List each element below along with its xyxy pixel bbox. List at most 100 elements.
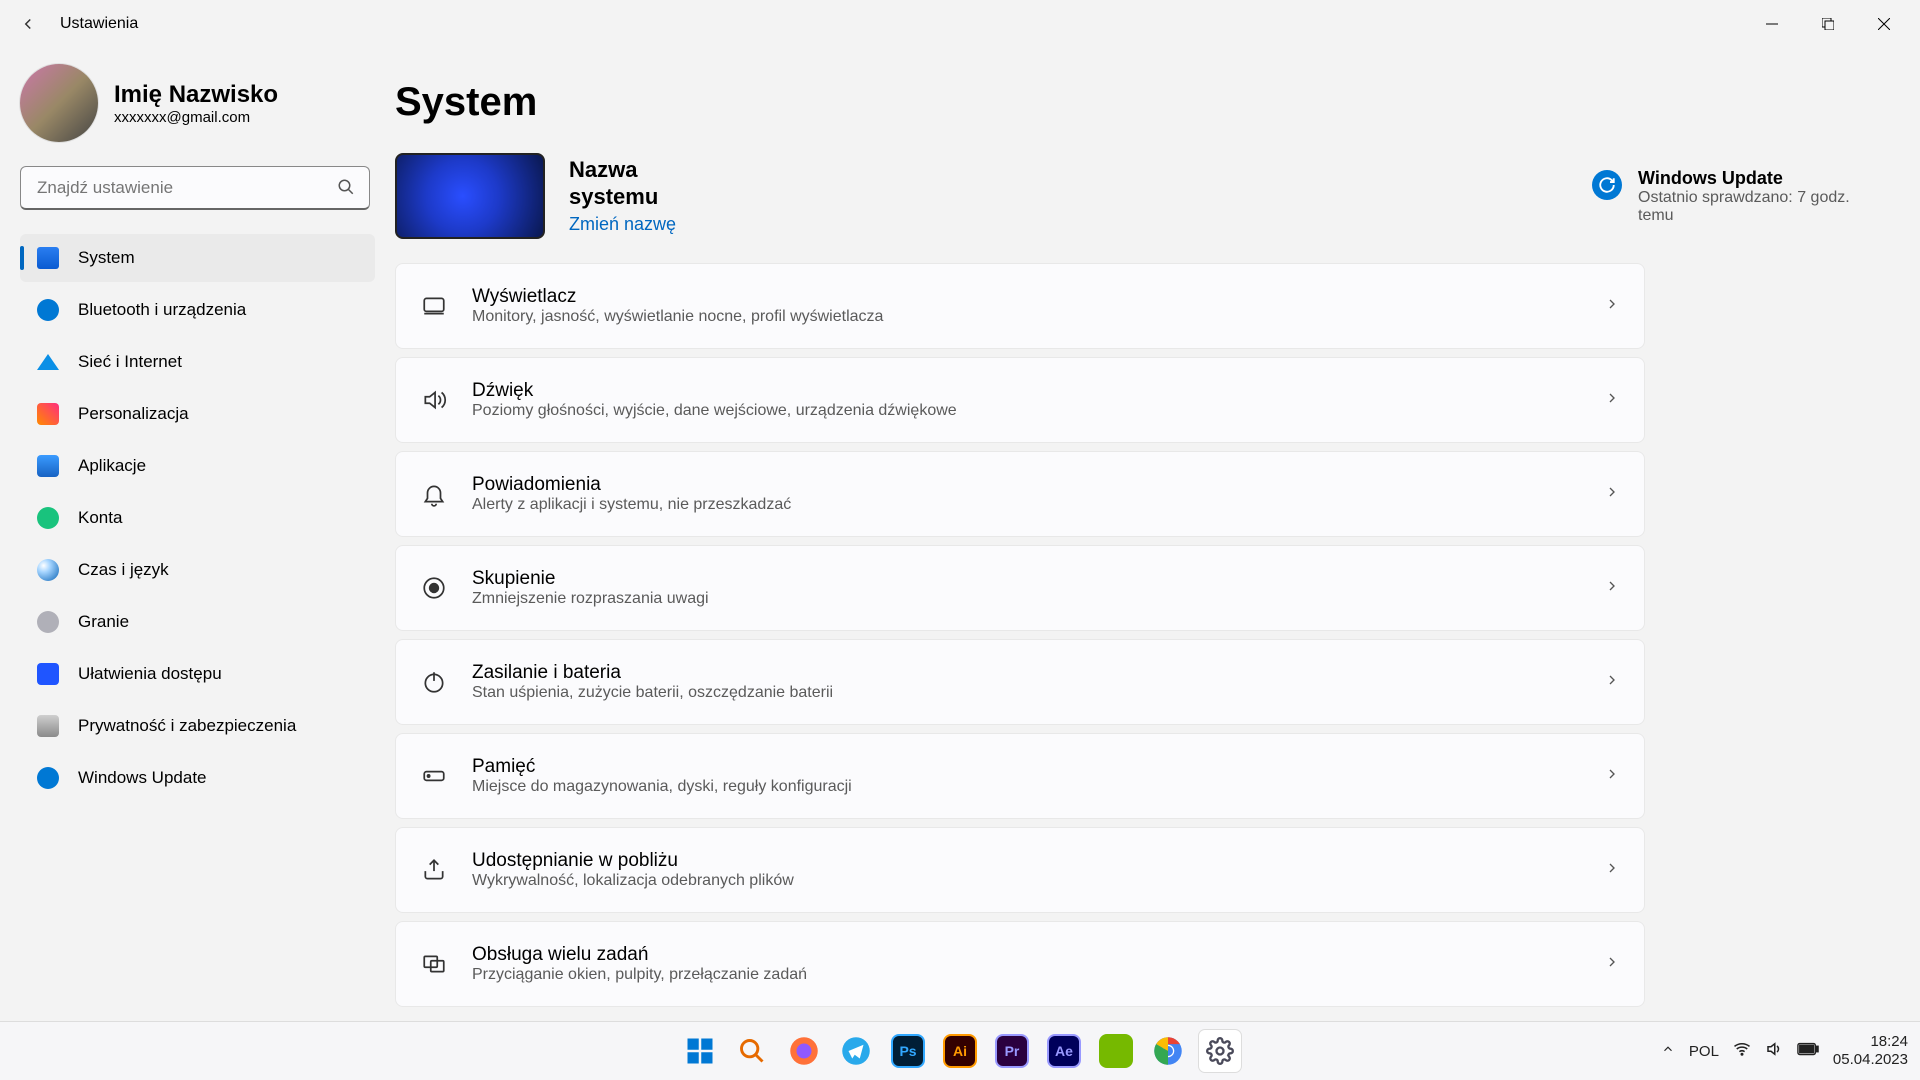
chevron-right-icon	[1604, 296, 1620, 317]
tray-clock[interactable]: 18:24 05.04.2023	[1833, 1033, 1908, 1069]
tray-battery[interactable]	[1797, 1042, 1819, 1060]
search-icon	[738, 1037, 766, 1065]
back-button[interactable]	[8, 4, 48, 44]
card-power[interactable]: Zasilanie i bateria Stan uśpienia, zużyc…	[395, 639, 1645, 725]
nav-label: System	[78, 248, 135, 268]
card-display[interactable]: Wyświetlacz Monitory, jasność, wyświetla…	[395, 263, 1645, 349]
taskbar-settings[interactable]	[1199, 1030, 1241, 1072]
nav-item-time-language[interactable]: Czas i język	[20, 546, 375, 594]
taskbar-chrome[interactable]	[1147, 1030, 1189, 1072]
card-sub: Zmniejszenie rozpraszania uwagi	[472, 590, 1580, 608]
bell-icon	[420, 481, 448, 507]
accessibility-icon	[36, 662, 60, 686]
nav-label: Aplikacje	[78, 456, 146, 476]
chevron-right-icon	[1604, 860, 1620, 881]
card-title: Powiadomienia	[472, 474, 1580, 496]
card-sub: Monitory, jasność, wyświetlanie nocne, p…	[472, 308, 1580, 326]
monitor-icon	[420, 293, 448, 319]
gamepad-icon	[36, 610, 60, 634]
nav-item-privacy[interactable]: Prywatność i zabezpieczenia	[20, 702, 375, 750]
card-title: Wyświetlacz	[472, 286, 1580, 308]
tray-volume[interactable]	[1765, 1040, 1783, 1062]
taskbar-photoshop[interactable]: Ps	[887, 1030, 929, 1072]
taskbar-premiere[interactable]: Pr	[991, 1030, 1033, 1072]
keyboard-layout[interactable]: POL	[1689, 1043, 1719, 1060]
arrow-left-icon	[19, 15, 37, 33]
card-storage[interactable]: Pamięć Miejsce do magazynowania, dyski, …	[395, 733, 1645, 819]
nav-item-windows-update[interactable]: Windows Update	[20, 754, 375, 802]
volume-icon	[1765, 1040, 1783, 1058]
device-name-line1: Nazwa	[569, 157, 676, 183]
window-title: Ustawienia	[60, 15, 138, 33]
card-notifications[interactable]: Powiadomienia Alerty z aplikacji i syste…	[395, 451, 1645, 537]
search-input[interactable]	[20, 166, 370, 210]
card-title: Zasilanie i bateria	[472, 662, 1580, 684]
share-icon	[420, 857, 448, 883]
card-nearby-share[interactable]: Udostępnianie w pobliżu Wykrywalność, lo…	[395, 827, 1645, 913]
nav-item-personalization[interactable]: Personalizacja	[20, 390, 375, 438]
maximize-button[interactable]	[1800, 4, 1856, 44]
nav-item-bluetooth[interactable]: Bluetooth i urządzenia	[20, 286, 375, 334]
nav-label: Bluetooth i urządzenia	[78, 300, 246, 320]
power-icon	[420, 669, 448, 695]
titlebar: Ustawienia	[0, 0, 1920, 48]
taskbar-illustrator[interactable]: Ai	[939, 1030, 981, 1072]
multitask-icon	[420, 951, 448, 977]
nvidia-icon	[1099, 1034, 1133, 1068]
chevron-right-icon	[1604, 390, 1620, 411]
storage-icon	[420, 763, 448, 789]
nav-item-gaming[interactable]: Granie	[20, 598, 375, 646]
nav-label: Granie	[78, 612, 129, 632]
nav-item-accounts[interactable]: Konta	[20, 494, 375, 542]
nav-list: System Bluetooth i urządzenia Sieć i Int…	[20, 234, 375, 802]
chevron-right-icon	[1604, 766, 1620, 787]
search-button[interactable]	[731, 1030, 773, 1072]
card-title: Skupienie	[472, 568, 1580, 590]
desktop-thumbnail[interactable]	[395, 153, 545, 239]
start-button[interactable]	[679, 1030, 721, 1072]
tray-wifi[interactable]	[1733, 1040, 1751, 1062]
chevron-up-icon	[1661, 1042, 1675, 1056]
account-header[interactable]: Imię Nazwisko xxxxxxx@gmail.com	[20, 64, 375, 142]
card-title: Udostępnianie w pobliżu	[472, 850, 1580, 872]
chrome-icon	[1153, 1036, 1183, 1066]
wifi-icon	[1733, 1040, 1751, 1058]
tray-overflow[interactable]	[1661, 1042, 1675, 1060]
card-title: Obsługa wielu zadań	[472, 944, 1580, 966]
device-name-line2: systemu	[569, 184, 676, 210]
rename-link[interactable]: Zmień nazwę	[569, 214, 676, 235]
chevron-right-icon	[1604, 672, 1620, 693]
tray-time: 18:24	[1833, 1033, 1908, 1051]
nav-item-apps[interactable]: Aplikacje	[20, 442, 375, 490]
windows-icon	[685, 1036, 715, 1066]
page-title: System	[395, 80, 1872, 125]
side-pane: Imię Nazwisko xxxxxxx@gmail.com System B…	[0, 48, 395, 1021]
wifi-icon	[36, 350, 60, 374]
nav-label: Ułatwienia dostępu	[78, 664, 222, 684]
search-icon[interactable]	[337, 178, 355, 201]
card-sound[interactable]: Dźwięk Poziomy głośności, wyjście, dane …	[395, 357, 1645, 443]
taskbar-telegram[interactable]	[835, 1030, 877, 1072]
card-multitask[interactable]: Obsługa wielu zadań Przyciąganie okien, …	[395, 921, 1645, 1007]
card-sub: Poziomy głośności, wyjście, dane wejścio…	[472, 402, 1580, 420]
minimize-button[interactable]	[1744, 4, 1800, 44]
main-content: System Nazwa systemu Zmień nazwę Windows…	[395, 48, 1920, 1021]
nav-item-network[interactable]: Sieć i Internet	[20, 338, 375, 386]
taskbar-firefox[interactable]	[783, 1030, 825, 1072]
settings-cards: Wyświetlacz Monitory, jasność, wyświetla…	[395, 263, 1645, 1007]
nav-label: Sieć i Internet	[78, 352, 182, 372]
nav-item-accessibility[interactable]: Ułatwienia dostępu	[20, 650, 375, 698]
windows-update-status[interactable]: Windows Update Ostatnio sprawdzano: 7 go…	[1592, 168, 1872, 225]
battery-icon	[1797, 1042, 1819, 1056]
card-focus[interactable]: Skupienie Zmniejszenie rozpraszania uwag…	[395, 545, 1645, 631]
nav-label: Konta	[78, 508, 122, 528]
close-button[interactable]	[1856, 4, 1912, 44]
chevron-right-icon	[1604, 578, 1620, 599]
nav-item-system[interactable]: System	[20, 234, 375, 282]
close-icon	[1878, 18, 1890, 30]
taskbar-nvidia[interactable]	[1095, 1030, 1137, 1072]
apps-icon	[36, 454, 60, 478]
firefox-icon	[789, 1036, 819, 1066]
taskbar-aftereffects[interactable]: Ae	[1043, 1030, 1085, 1072]
bluetooth-icon	[36, 298, 60, 322]
